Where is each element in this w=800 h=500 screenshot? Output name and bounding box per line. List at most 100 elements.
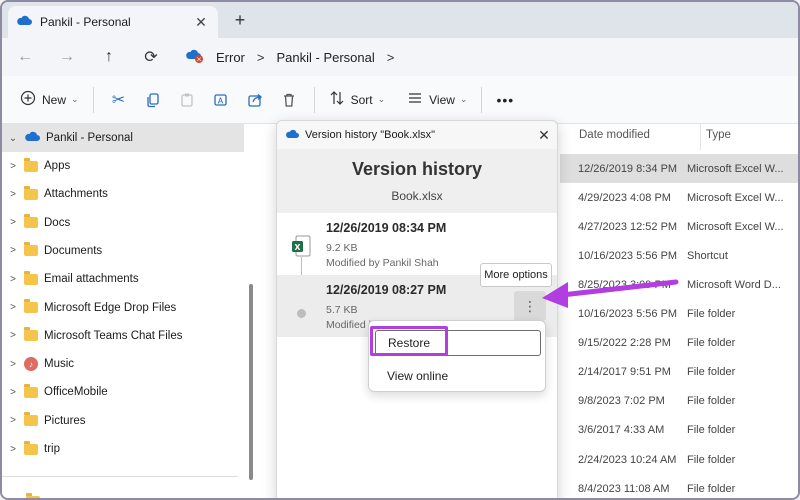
tab-pankil-personal[interactable]: Pankil - Personal ✕ [8,6,218,38]
sidebar-item-trip[interactable]: > trip [2,435,244,463]
navigation-bar: ← → ↑ ⟳ × Error > Pankil - Personal > [2,38,798,76]
refresh-button[interactable]: ⟳ [130,42,172,72]
up-button[interactable]: ↑ [88,42,130,72]
expand-chevron-icon[interactable]: ⌄ [2,133,24,144]
type-cell: File folder [687,453,736,466]
sort-label: Sort [350,92,373,107]
chevron-down-icon: ⌄ [71,94,79,104]
new-tab-button[interactable]: + [230,10,250,30]
folder-icon [24,185,38,200]
sidebar-item-label: Microsoft Teams Chat Files [44,329,183,342]
sort-button[interactable]: Sort ⌄ [323,85,392,115]
sidebar-scrollbar[interactable] [249,284,253,480]
sidebar-item-label: Documents [44,244,103,257]
expand-chevron-icon[interactable]: > [2,415,24,426]
table-row[interactable]: 8/4/2023 11:08 AM File folder [560,474,798,498]
date-modified-cell: 12/26/2019 8:34 PM [578,162,678,175]
svg-text:×: × [196,55,202,63]
type-cell: Microsoft Excel W... [687,191,784,204]
more-options-button[interactable]: ⋮ [514,291,546,321]
table-row[interactable]: 2/14/2017 9:51 PM File folder [560,358,798,387]
type-cell: File folder [687,395,736,408]
sidebar-item-label: Microsoft Edge Drop Files [44,301,177,314]
type-cell: File folder [687,337,736,350]
back-button[interactable]: ← [4,42,46,72]
close-icon[interactable]: ✕ [531,122,557,148]
svg-text:X: X [294,243,301,252]
type-cell: Microsoft Word D... [687,278,781,291]
new-button[interactable]: New ⌄ [14,85,85,115]
breadcrumb-chevron-icon[interactable]: > [383,50,399,65]
table-row[interactable]: 10/16/2023 5:56 PM Shortcut [560,241,798,270]
table-row[interactable]: 8/25/2023 3:09 PM Microsoft Word D... [560,270,798,299]
sidebar-item-officemobile[interactable]: > OfficeMobile [2,378,244,406]
view-button[interactable]: View ⌄ [401,85,473,115]
expand-chevron-icon[interactable]: > [2,189,24,200]
dialog-filename: Book.xlsx [391,189,443,203]
breadcrumb-pankil-personal[interactable]: Pankil - Personal [268,50,382,65]
paste-icon[interactable] [170,85,204,115]
copy-icon[interactable] [136,85,170,115]
table-row[interactable]: 9/15/2022 2:28 PM File folder [560,329,798,358]
excel-file-icon: X [291,235,311,257]
expand-chevron-icon[interactable]: > [2,274,24,285]
more-options-ellipsis-icon[interactable]: ••• [490,85,520,115]
table-row[interactable]: 4/27/2023 12:52 PM Microsoft Excel W... [560,212,798,241]
table-row[interactable]: 9/8/2023 7:02 PM File folder [560,387,798,416]
date-modified-cell: 8/25/2023 3:09 PM [578,278,671,291]
folder-icon [24,214,38,229]
table-row[interactable]: 2/24/2023 10:24 AM File folder [560,445,798,474]
table-row[interactable]: 3/6/2017 4:33 AM File folder [560,416,798,445]
restore-highlight-box [370,326,448,356]
sidebar-item-email-attachments[interactable]: > Email attachments [2,265,244,293]
breadcrumb-error[interactable]: Error [208,50,253,65]
type-cell: File folder [687,366,736,379]
expand-chevron-icon[interactable]: > [2,444,24,455]
chevron-down-icon: ⌄ [377,94,386,104]
type-cell: File folder [687,424,736,437]
share-icon[interactable] [238,85,272,115]
view-online-menu-item[interactable]: View online [375,363,541,389]
expand-chevron-icon[interactable]: > [2,161,24,172]
date-modified-cell: 8/4/2023 11:08 AM [578,482,670,495]
more-options-tooltip: More options [480,263,552,287]
sidebar-item-label: Apps [44,160,71,172]
column-header-type[interactable]: Type [706,129,731,141]
expand-chevron-icon[interactable]: > [2,359,24,370]
sidebar-item-music[interactable]: > ♪ Music [2,350,244,378]
delete-icon[interactable] [272,85,306,115]
expand-chevron-icon[interactable]: > [2,217,24,228]
column-header-date[interactable]: Date modified [579,129,650,141]
dialog-heading: Version history [351,159,483,179]
date-modified-cell: 10/16/2023 5:56 PM [578,249,678,262]
onedrive-cloud-icon [24,131,40,145]
folder-icon [24,157,38,172]
expand-chevron-icon[interactable]: > [2,302,24,313]
tab-close-icon[interactable]: ✕ [192,13,210,31]
type-cell: File folder [687,482,736,495]
sidebar-item-apps[interactable]: > Apps [2,152,244,180]
type-cell: File folder [687,308,736,320]
sidebar-item-documents[interactable]: > Documents [2,237,244,265]
rename-icon[interactable]: A [204,85,238,115]
onedrive-error-icon: × [186,49,204,66]
table-row[interactable]: 12/26/2019 8:34 PM Microsoft Excel W... [560,154,798,183]
sidebar-item-pictures[interactable]: > Pictures [2,407,244,435]
column-divider[interactable] [700,124,701,150]
sidebar-item-label: Attachments [44,188,108,201]
cut-icon[interactable]: ✂ [102,85,136,115]
forward-button[interactable]: → [46,42,88,72]
sidebar-item-microsoft-edge-drop-files[interactable]: > Microsoft Edge Drop Files [2,294,244,322]
expand-chevron-icon[interactable]: > [2,330,24,341]
sidebar-item-attachments[interactable]: > Attachments [2,180,244,208]
table-row[interactable]: 10/16/2023 5:56 PM File folder [560,300,798,329]
breadcrumb: × Error > Pankil - Personal > [186,49,398,66]
sidebar-item-pankil-personal[interactable]: ⌄ Pankil - Personal [2,124,244,152]
sidebar-item-docs[interactable]: > Docs [2,209,244,237]
version-author: Modified by Pankil Shah [326,257,439,269]
expand-chevron-icon[interactable]: > [2,387,24,398]
expand-chevron-icon[interactable]: > [2,245,24,256]
sidebar-item-microsoft-teams-chat-files[interactable]: > Microsoft Teams Chat Files [2,322,244,350]
table-row[interactable]: 4/29/2023 4:08 PM Microsoft Excel W... [560,183,798,212]
dialog-title: Version history "Book.xlsx" [305,129,436,141]
